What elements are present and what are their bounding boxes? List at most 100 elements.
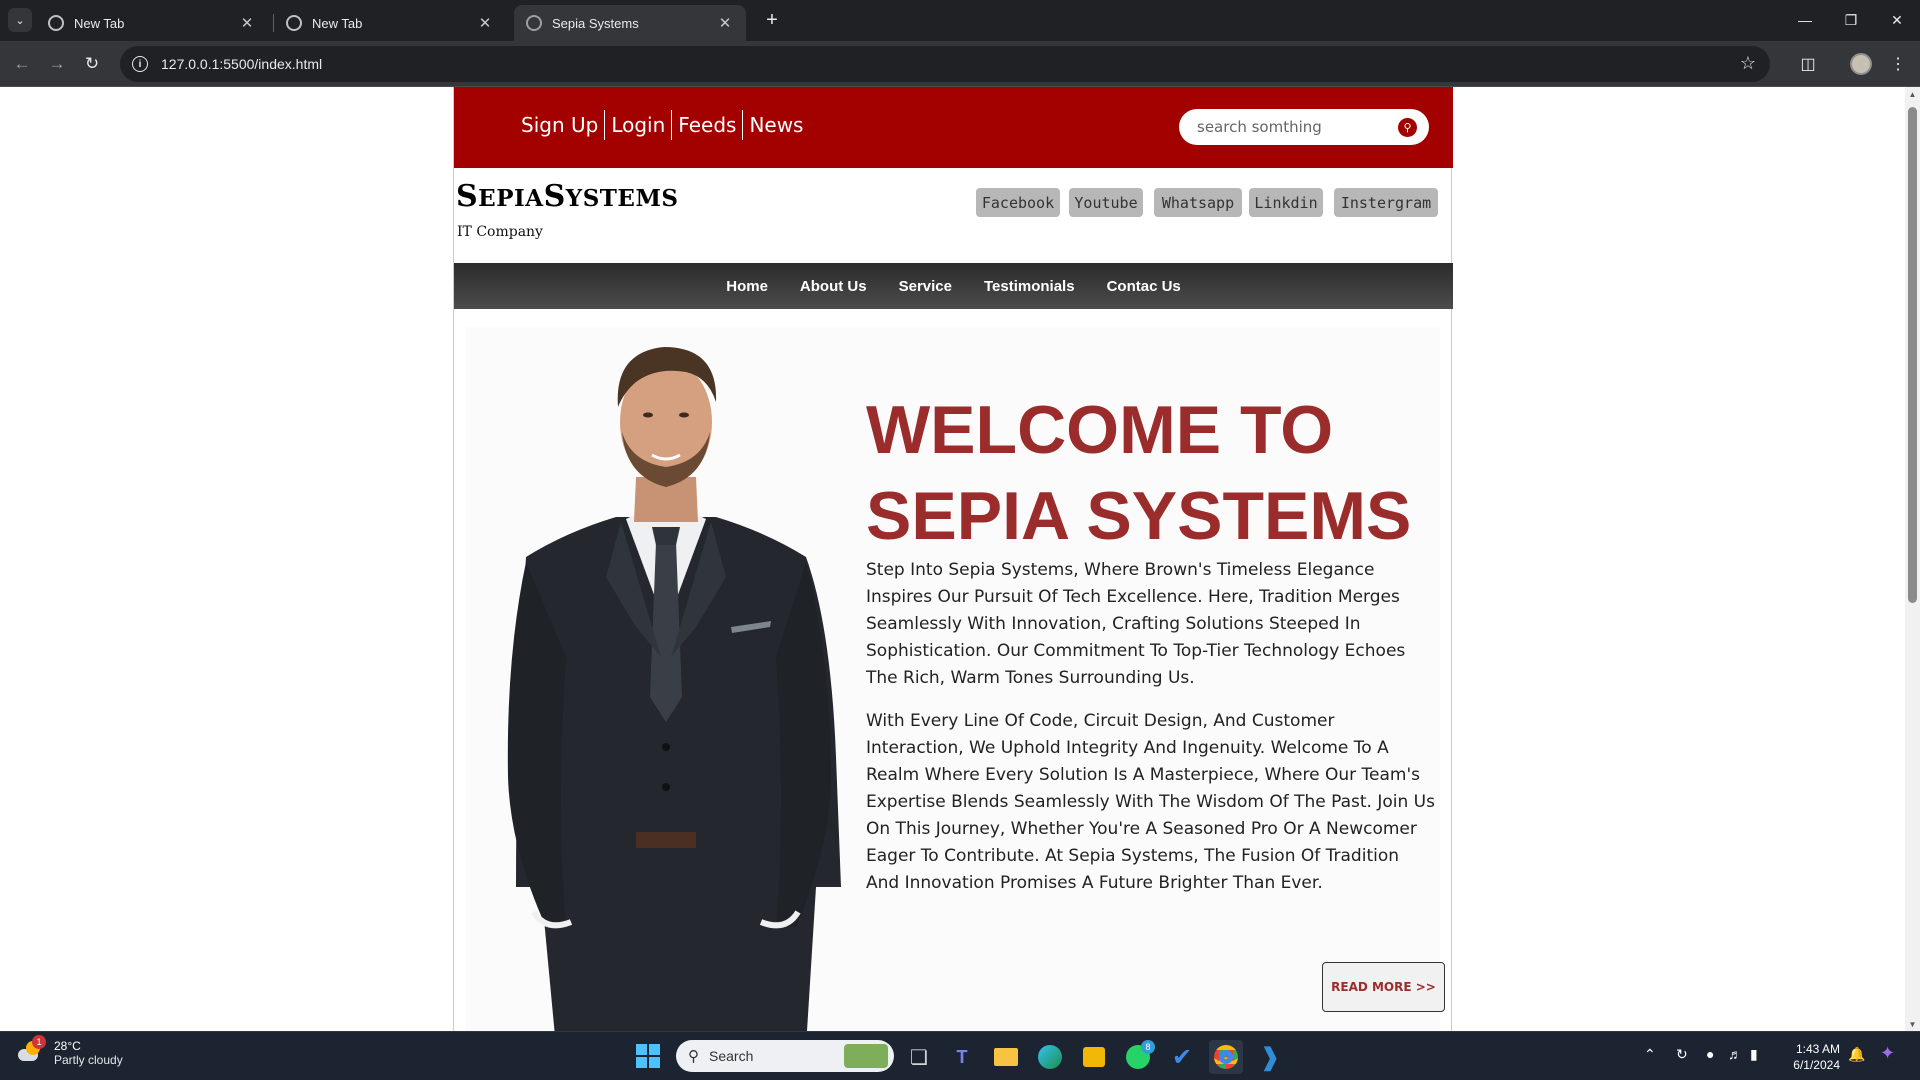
read-more-button[interactable]: READ MORE >> — [1322, 962, 1445, 1012]
profile-avatar[interactable] — [1850, 53, 1872, 75]
chrome-icon — [286, 15, 302, 31]
new-tab-plus-icon[interactable]: + — [758, 8, 786, 32]
browser-toolbar: ← → ↻ i 127.0.0.1:5500/index.html ☆ ◫ ⋮ — [0, 41, 1920, 87]
login-link[interactable]: Login — [605, 110, 673, 140]
system-clock[interactable]: 1:43 AM 6/1/2024 — [1770, 1041, 1840, 1073]
search-highlight-icon — [844, 1044, 888, 1068]
browser-tab-2[interactable]: New Tab ✕ — [274, 5, 506, 41]
task-view-icon[interactable]: ❏ — [902, 1040, 936, 1074]
scroll-down-arrow-icon[interactable]: ▼ — [1905, 1017, 1920, 1031]
hero-title-line: WELCOME TO — [866, 392, 1334, 468]
main-nav: Home About Us Service Testimonials Conta… — [454, 263, 1453, 309]
windows-start-icon[interactable] — [636, 1044, 660, 1068]
page-viewport: Sign Up Login Feeds News ⚲ SEPIASYSTEMS … — [0, 87, 1905, 1031]
page-scrollbar[interactable]: ▲ ▼ — [1905, 87, 1920, 1031]
brand-letters: EPIA — [478, 185, 544, 212]
restore-icon[interactable]: ❐ — [1828, 0, 1874, 40]
news-link[interactable]: News — [743, 110, 809, 140]
address-bar[interactable]: i 127.0.0.1:5500/index.html ☆ — [120, 46, 1770, 82]
kebab-menu-icon[interactable]: ⋮ — [1886, 52, 1910, 76]
hero-paragraph-2: With Every Line Of Code, Circuit Design,… — [866, 711, 1435, 893]
back-arrow-icon[interactable]: ← — [10, 52, 34, 76]
tray-chevron-up-icon[interactable]: ⌃ — [1644, 1046, 1656, 1063]
url-text[interactable]: 127.0.0.1:5500/index.html — [161, 56, 322, 72]
businessman-photo — [507, 347, 841, 1031]
wifi-icon[interactable]: ● — [1706, 1046, 1714, 1062]
whatsapp-button[interactable]: Whatsapp — [1154, 188, 1242, 217]
minimize-icon[interactable]: — — [1782, 0, 1828, 40]
brand-letter: S — [456, 179, 479, 214]
nav-home[interactable]: Home — [726, 278, 768, 295]
close-icon[interactable]: ✕ — [716, 14, 734, 32]
brand-logo[interactable]: SEPIASYSTEMS — [456, 179, 679, 214]
notification-bell-icon[interactable]: 🔔 — [1848, 1046, 1865, 1063]
weather-badge: 1 — [32, 1035, 46, 1049]
clock-date: 6/1/2024 — [1793, 1058, 1840, 1072]
signup-link[interactable]: Sign Up — [515, 110, 606, 140]
weather-temp: 28°C — [54, 1039, 81, 1053]
forward-arrow-icon[interactable]: → — [45, 52, 69, 76]
teams-icon[interactable]: T — [945, 1040, 979, 1074]
hero-section: WELCOME TO SEPIA SYSTEMS Step Into Sepia… — [466, 327, 1445, 1031]
volume-icon[interactable]: ♬ — [1728, 1046, 1742, 1062]
brand-tagline: IT Company — [457, 224, 543, 240]
reload-icon[interactable]: ↻ — [80, 52, 104, 76]
scrollbar-thumb[interactable] — [1908, 107, 1917, 603]
nav-service[interactable]: Service — [899, 278, 952, 295]
nav-testimonials[interactable]: Testimonials — [984, 278, 1075, 295]
facebook-button[interactable]: Facebook — [976, 188, 1060, 217]
chrome-icon[interactable] — [1209, 1040, 1243, 1074]
copilot-icon[interactable]: ✦ — [1880, 1043, 1895, 1064]
taskbar: 1 28°C Partly cloudy ⚲ Search ❏ T 8 ✔ ❱ … — [0, 1031, 1920, 1080]
site-container: Sign Up Login Feeds News ⚲ SEPIASYSTEMS … — [453, 87, 1453, 1031]
browser-tab-1[interactable]: New Tab ✕ — [36, 5, 268, 41]
close-icon[interactable]: ✕ — [476, 14, 494, 32]
top-links: Sign Up Login Feeds News — [515, 109, 809, 141]
chrome-icon — [48, 15, 64, 31]
taskbar-search-label: Search — [709, 1048, 754, 1064]
extensions-puzzle-icon[interactable]: ◫ — [1796, 52, 1820, 76]
feeds-link[interactable]: Feeds — [672, 110, 744, 140]
linkedin-button[interactable]: Linkdin — [1249, 188, 1323, 217]
search-input[interactable] — [1197, 118, 1377, 136]
vscode-icon[interactable]: ❱ — [1253, 1040, 1287, 1074]
search-icon[interactable]: ⚲ — [1398, 118, 1417, 137]
nav-about-us[interactable]: About Us — [800, 278, 867, 295]
file-explorer-icon[interactable] — [989, 1040, 1023, 1074]
weather-widget[interactable]: 1 28°C Partly cloudy — [16, 1035, 123, 1067]
youtube-button[interactable]: Youtube — [1069, 188, 1143, 217]
weather-desc: Partly cloudy — [54, 1053, 123, 1067]
hero-title: WELCOME TO SEPIA SYSTEMS — [866, 387, 1426, 559]
brand-letters: YSTEMS — [565, 185, 679, 212]
brand-block: SEPIASYSTEMS IT Company — [456, 179, 679, 240]
whatsapp-badge: 8 — [1141, 1040, 1155, 1054]
sync-icon[interactable]: ↻ — [1676, 1046, 1688, 1063]
hero-paragraph-1: Step Into Sepia Systems, Where Brown's T… — [866, 560, 1406, 688]
browser-tab-active[interactable]: Sepia Systems ✕ — [514, 5, 746, 41]
top-bar: Sign Up Login Feeds News ⚲ — [454, 87, 1453, 168]
tab-title: New Tab — [74, 15, 125, 31]
tab-search-chevron-icon[interactable]: ⌄ — [8, 8, 32, 32]
tab-title: Sepia Systems — [552, 15, 639, 31]
scroll-up-arrow-icon[interactable]: ▲ — [1905, 87, 1920, 101]
site-info-icon[interactable]: i — [132, 56, 148, 72]
tab-title: New Tab — [312, 15, 363, 31]
instagram-button[interactable]: Instergram — [1334, 188, 1438, 217]
close-icon[interactable]: ✕ — [238, 14, 256, 32]
clock-time: 1:43 AM — [1795, 1042, 1840, 1056]
search-icon: ⚲ — [688, 1048, 699, 1065]
bookmark-star-icon[interactable]: ☆ — [1740, 53, 1756, 74]
brand-letter: S — [543, 179, 566, 214]
taskbar-search[interactable]: ⚲ Search — [676, 1040, 894, 1072]
todo-check-icon[interactable]: ✔ — [1165, 1040, 1199, 1074]
window-close-icon[interactable]: ✕ — [1874, 0, 1920, 40]
edge-icon[interactable] — [1033, 1040, 1067, 1074]
nav-contact-us[interactable]: Contac Us — [1107, 278, 1181, 295]
browser-tab-bar: ⌄ New Tab ✕ New Tab ✕ Sepia Systems ✕ + … — [0, 0, 1920, 41]
globe-icon — [526, 15, 542, 31]
whatsapp-icon[interactable]: 8 — [1121, 1040, 1155, 1074]
hero-title-line: SEPIA SYSTEMS — [866, 478, 1412, 554]
microsoft-store-icon[interactable] — [1077, 1040, 1111, 1074]
site-search: ⚲ — [1179, 109, 1429, 145]
battery-icon[interactable]: ▮ — [1750, 1046, 1758, 1063]
